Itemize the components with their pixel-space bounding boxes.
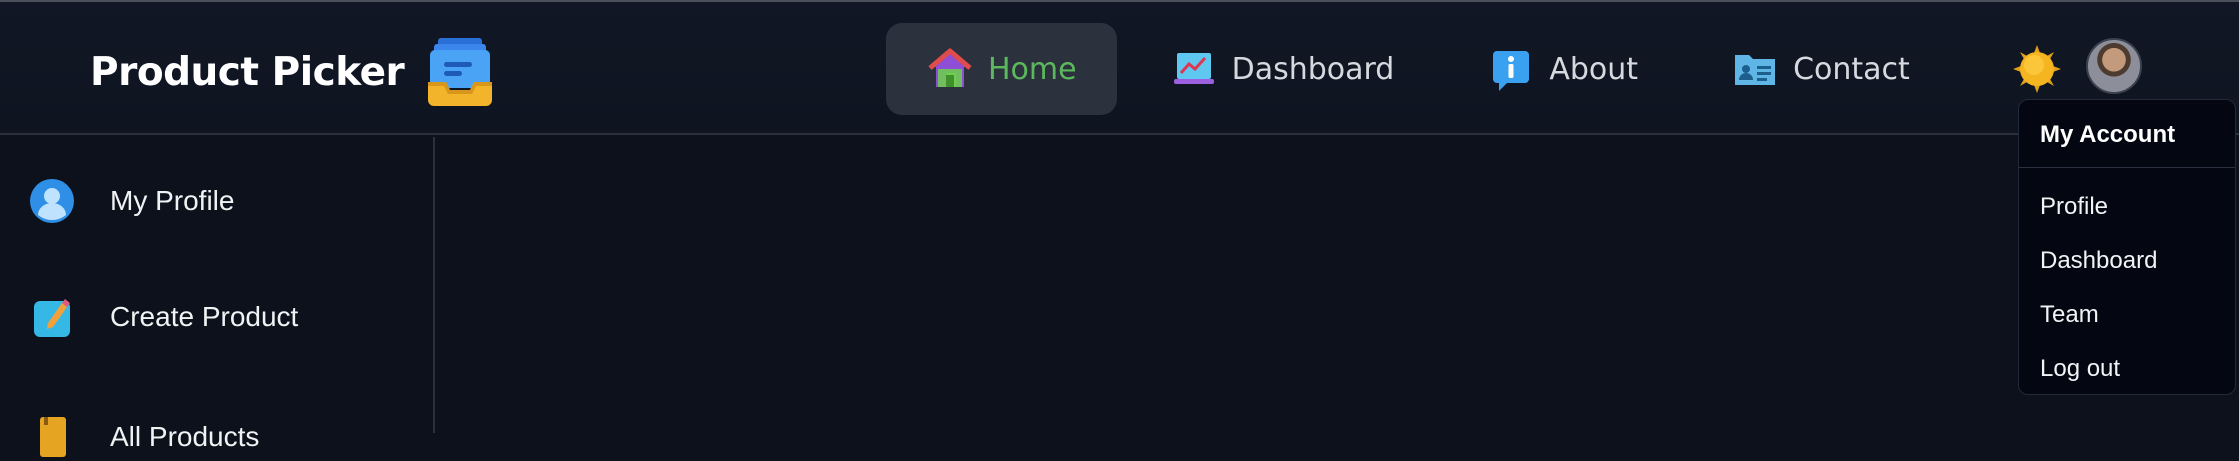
user-icon bbox=[30, 179, 74, 223]
contact-card-icon bbox=[1735, 55, 1776, 85]
sidebar-item-label: My Profile bbox=[110, 185, 235, 216]
sidebar: My Profile Create Product All Products bbox=[0, 137, 435, 457]
nav-about-label: About bbox=[1549, 51, 1639, 87]
brand-title: Product Picker bbox=[90, 49, 405, 95]
info-icon bbox=[1493, 51, 1530, 91]
sidebar-item-my-profile[interactable]: My Profile bbox=[28, 177, 234, 225]
account-dropdown: My Account Profile Dashboard Team Log ou… bbox=[2018, 99, 2236, 395]
chart-laptop-icon bbox=[1173, 53, 1214, 84]
sidebar-item-label: All Products bbox=[110, 421, 260, 452]
menu-item-team[interactable]: Team bbox=[2019, 284, 2235, 338]
nav-contact[interactable]: Contact bbox=[1691, 23, 1950, 115]
sidebar-item-create-product[interactable]: Create Product bbox=[28, 293, 298, 341]
nav-home-label: Home bbox=[988, 51, 1077, 87]
sun-icon[interactable] bbox=[2013, 45, 2061, 93]
top-navbar: Product Picker Home Dashboard About Cont… bbox=[0, 2, 2239, 135]
menu-item-profile[interactable]: Profile bbox=[2019, 176, 2235, 230]
account-menu-title: My Account bbox=[2019, 100, 2235, 168]
menu-item-log-out[interactable]: Log out bbox=[2019, 338, 2235, 392]
main-nav: Home Dashboard About Contact bbox=[886, 23, 1963, 115]
brand[interactable]: Product Picker bbox=[90, 36, 494, 108]
nav-contact-label: Contact bbox=[1793, 51, 1910, 87]
nav-dashboard[interactable]: Dashboard bbox=[1130, 23, 1435, 115]
menu-item-dashboard[interactable]: Dashboard bbox=[2019, 230, 2235, 284]
account-menu-list: Profile Dashboard Team Log out bbox=[2019, 168, 2235, 392]
user-avatar[interactable] bbox=[2086, 38, 2142, 94]
inbox-tray-icon bbox=[428, 38, 493, 106]
nav-about[interactable]: About bbox=[1447, 23, 1678, 115]
edit-note-icon bbox=[34, 299, 70, 337]
house-icon bbox=[928, 48, 972, 87]
sidebar-item-all-products[interactable]: All Products bbox=[28, 413, 259, 461]
nav-home[interactable]: Home bbox=[886, 23, 1117, 115]
nav-dashboard-label: Dashboard bbox=[1231, 51, 1395, 87]
box-icon bbox=[40, 417, 66, 457]
sidebar-item-label: Create Product bbox=[110, 301, 299, 332]
